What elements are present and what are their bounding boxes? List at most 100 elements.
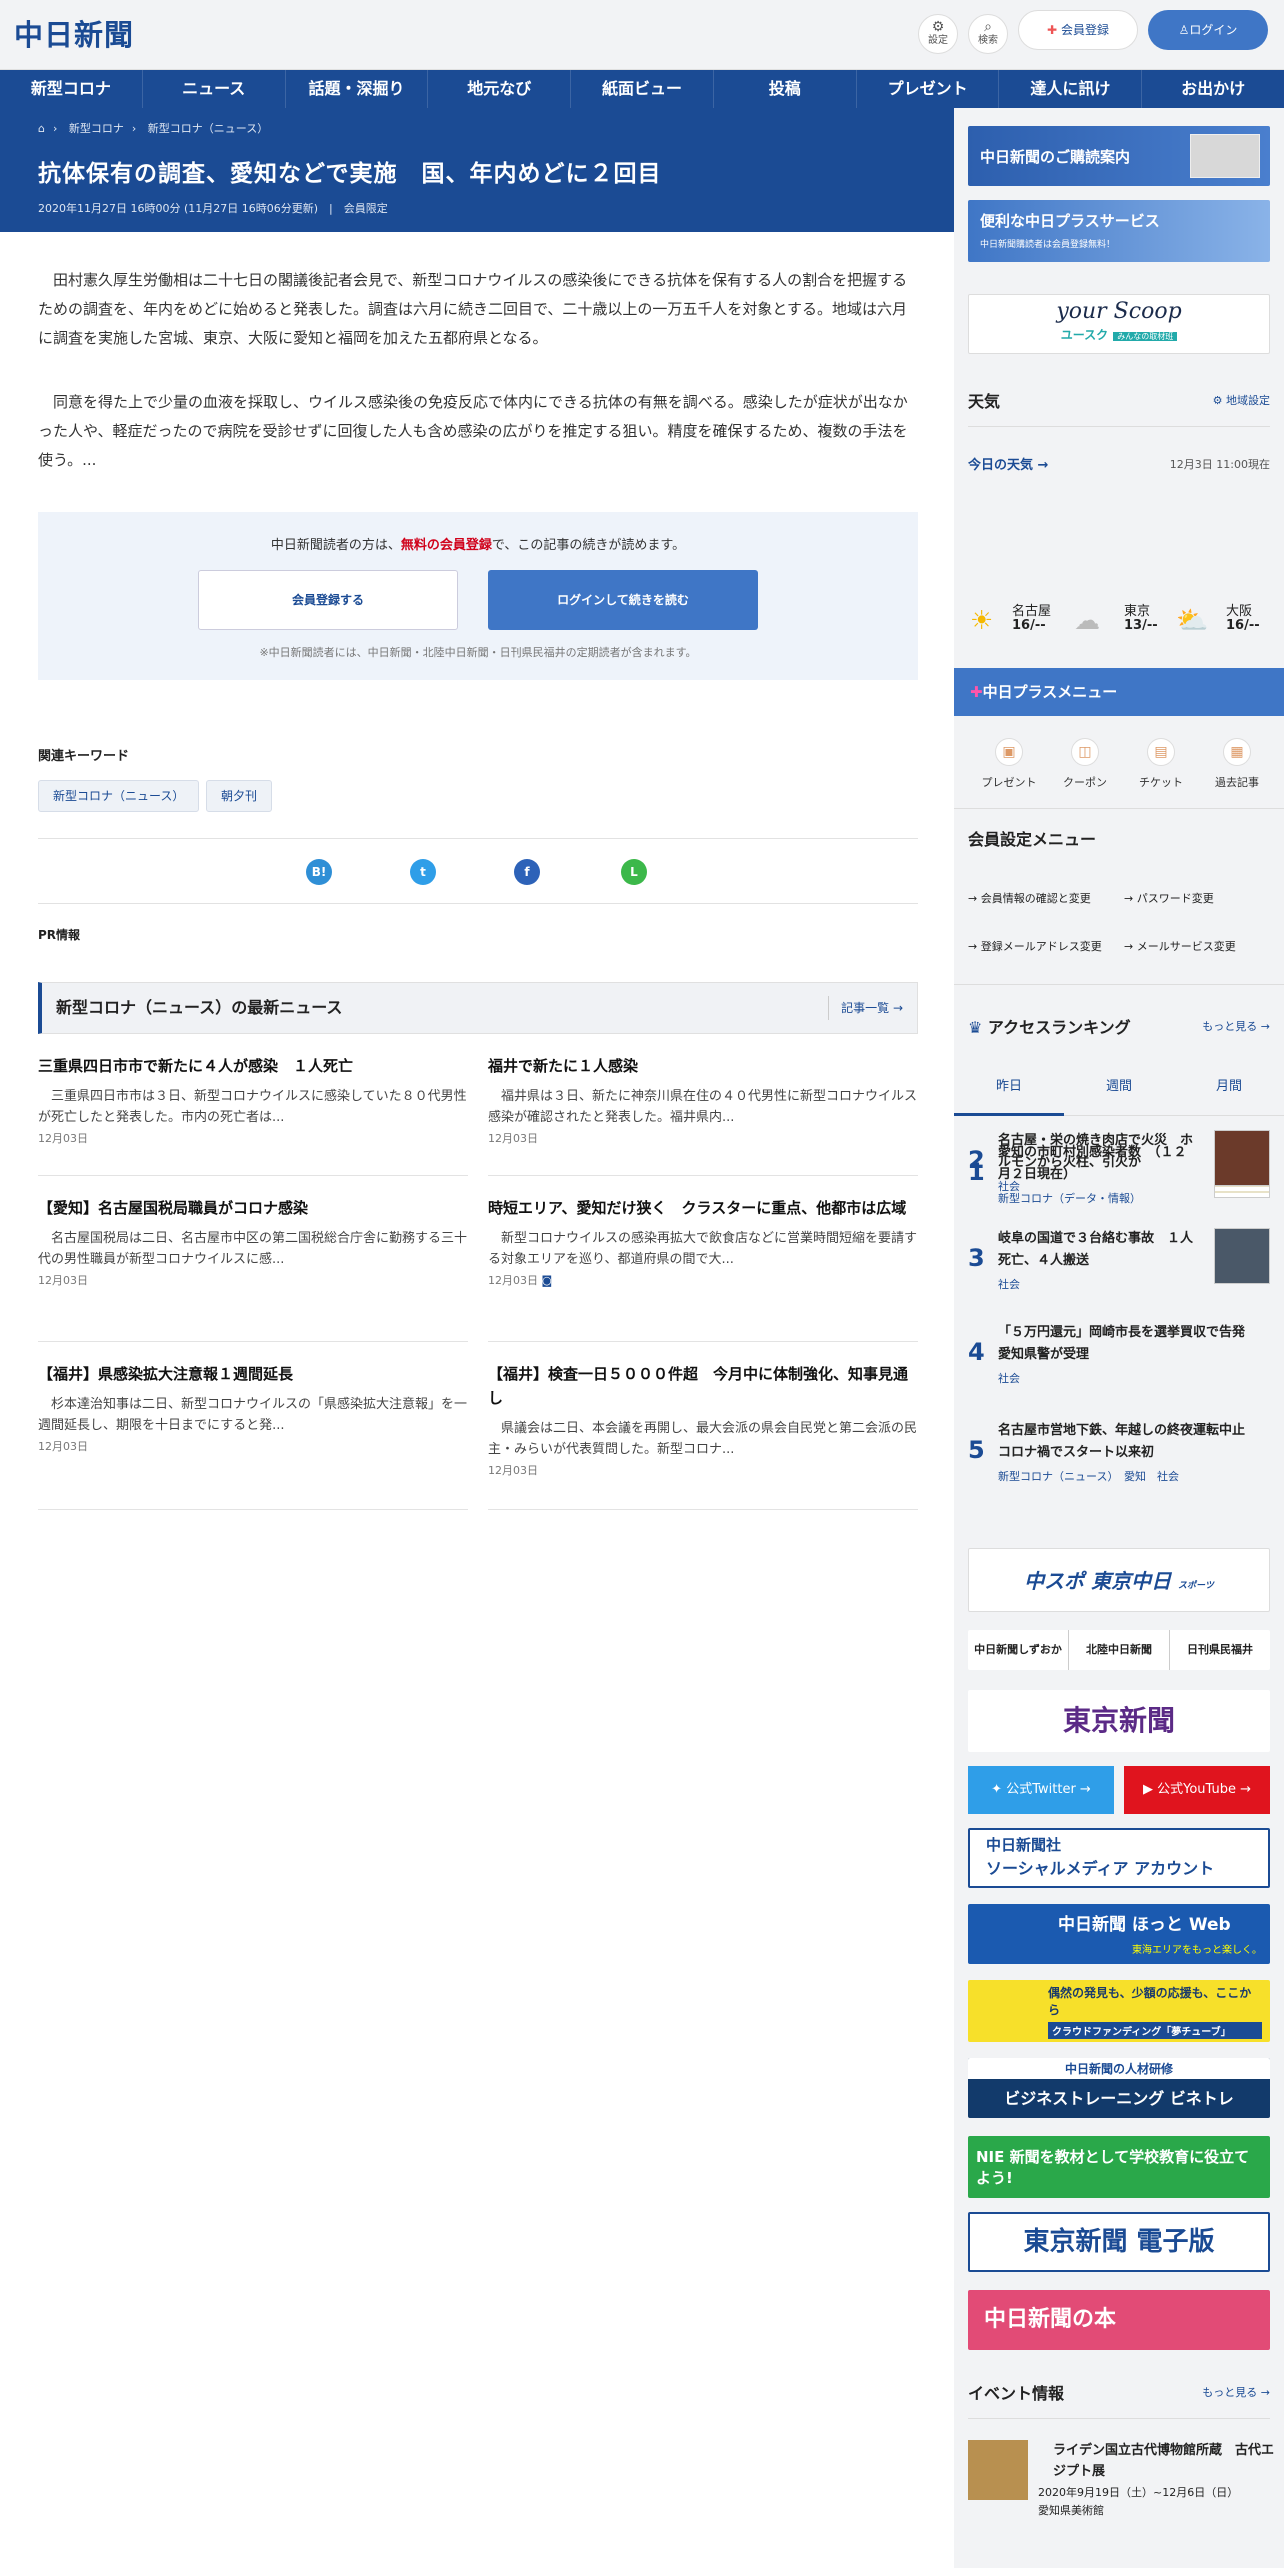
home-icon[interactable]: ⌂: [38, 122, 45, 135]
member-menu-item[interactable]: → 登録メールアドレス変更: [968, 938, 1118, 956]
chunichi-books-banner[interactable]: 中日新聞の本: [968, 2290, 1270, 2350]
paper-link[interactable]: 北陸中日新聞: [1068, 1630, 1169, 1670]
login-cta-button[interactable]: ログインして続きを読む: [488, 570, 758, 630]
plus-menu-archive[interactable]: ▦ 過去記事: [1196, 738, 1278, 790]
news-item[interactable]: 【愛知】名古屋国税局職員がコロナ感染 名古屋国税局は二日、名古屋市中区の第二国税総…: [38, 1196, 468, 1342]
twitter-icon[interactable]: t: [410, 859, 436, 885]
register-button[interactable]: ✚ 会員登録: [1018, 10, 1138, 50]
member-menu-item[interactable]: → 会員情報の確認と変更: [968, 890, 1091, 906]
sunny-icon: ☀: [970, 606, 994, 636]
rank-title[interactable]: 岐阜の国道で３台絡む事故 １人死亡、４人搬送: [998, 1228, 1198, 1272]
plus-menu-present[interactable]: ▣ プレゼント: [968, 738, 1050, 790]
bizitore-banner[interactable]: 中日新聞の人材研修 ビジネストレーニング ビネトレ: [968, 2058, 1270, 2118]
ranking-more-label: もっと見る: [1202, 1020, 1258, 1033]
news-title[interactable]: 【福井】検査一日５０００件超 今月中に体制強化、知事見通し: [488, 1362, 918, 1410]
ranking-item[interactable]: 4 「５万円還元」岡崎市長を選挙買収で告発 愛知県警が受理 社会: [968, 1322, 1270, 1392]
biz-sub: ビジネストレーニング ビネトレ: [1004, 2089, 1234, 2108]
paper-link[interactable]: 中日新聞しずおか: [968, 1630, 1068, 1670]
ranking-item[interactable]: 5 名古屋市営地下鉄、年越しの終夜運転中止 コロナ禍でスタート以来初 新型コロナ（ニ…: [968, 1420, 1270, 1490]
search-button[interactable]: ⌕ 検索: [968, 14, 1008, 54]
rank-title[interactable]: 名古屋市営地下鉄、年越しの終夜運転中止 コロナ禍でスタート以来初: [998, 1420, 1268, 1464]
keywords-title: 関連キーワード: [38, 749, 130, 764]
ranking-more-link[interactable]: もっと見る →: [1202, 1018, 1270, 1034]
nav-item-expert[interactable]: 達人に訊け: [998, 70, 1141, 108]
ranking-item[interactable]: 3 岐阜の国道で３台絡む事故 １人死亡、４人搬送 社会: [968, 1228, 1270, 1298]
nav-item-post[interactable]: 投稿: [712, 70, 856, 108]
social-media-banner[interactable]: 中日新聞社 ソーシャルメディア アカウント: [968, 1828, 1270, 1888]
tokyo-e-banner[interactable]: 東京新聞 電子版: [968, 2212, 1270, 2272]
free-register-link[interactable]: 無料の会員登録: [401, 538, 492, 553]
divider: [968, 2418, 1270, 2419]
article-meta: 2020年11月27日 16時00分 (11月27日 16時06分更新) | 会…: [38, 202, 388, 215]
member-menu-item[interactable]: → パスワード変更: [1124, 890, 1214, 906]
news-item[interactable]: 【福井】県感染拡大注意報１週間延長杉本達治知事は二日、新型コロナウイルスの「県感…: [38, 1362, 468, 1510]
nav-item-present[interactable]: プレゼント: [855, 70, 999, 108]
nav-item-corona[interactable]: 新型コロナ: [0, 70, 142, 108]
nav-item-outing[interactable]: お出かけ: [1141, 70, 1284, 108]
nav-item-news[interactable]: ニュース: [141, 70, 285, 108]
keyword-tag[interactable]: 朝夕刊: [206, 780, 273, 812]
rank-category[interactable]: 新型コロナ（ニュース） 愛知 社会: [998, 1468, 1179, 1484]
plus-menu-coupon[interactable]: ◫ クーポン: [1044, 738, 1126, 790]
breadcrumb-item[interactable]: 新型コロナ: [69, 122, 124, 135]
tab-monthly[interactable]: 月間: [1174, 1058, 1284, 1116]
news-title[interactable]: 【福井】県感染拡大注意報１週間延長: [38, 1362, 468, 1386]
news-item[interactable]: 三重県四日市市で新たに４人が感染 １人死亡 三重県四日市市は３日、新型コロナウイル…: [38, 1054, 468, 1176]
youtube-button[interactable]: ▶ 公式YouTube →: [1124, 1766, 1270, 1814]
hatena-icon[interactable]: B!: [306, 859, 332, 885]
rank-title[interactable]: 「５万円還元」岡崎市長を選挙買収で告発 愛知県警が受理: [998, 1322, 1268, 1366]
news-title[interactable]: 【愛知】名古屋国税局職員がコロナ感染: [38, 1196, 468, 1220]
line-icon[interactable]: L: [621, 859, 647, 885]
news-title[interactable]: 三重県四日市市で新たに４人が感染 １人死亡: [38, 1054, 468, 1078]
news-item[interactable]: 福井で新たに１人感染 福井県は３日、新たに神奈川県在住の４０代男性に新型コロナウイ…: [488, 1054, 918, 1176]
login-button[interactable]: ♙ログイン: [1148, 10, 1268, 50]
rank-title[interactable]: 名古屋・栄の焼き肉店で火災 ホルモンから火柱、引火か: [998, 1130, 1198, 1174]
rank-category[interactable]: 社会: [998, 1370, 1020, 1386]
nie-banner[interactable]: NIE 新聞を教材として学校教育に役立てよう!: [968, 2136, 1270, 2198]
news-item[interactable]: 【福井】検査一日５０００件超 今月中に体制強化、知事見通し 県議会は二日、本会議を…: [488, 1362, 918, 1510]
arrow-right-icon: →: [892, 1001, 903, 1015]
crowdfunding-banner[interactable]: 偶然の発見も、少額の応援も、ここから クラウドファンディング「夢チューブ」: [968, 1980, 1270, 2042]
event-more-link[interactable]: もっと見る →: [1202, 2384, 1270, 2400]
yousc-banner[interactable]: your Scoop ユースク みんなの取材班: [968, 294, 1270, 354]
subscription-banner[interactable]: 中日新聞のご購読案内: [968, 126, 1270, 186]
tab-yesterday[interactable]: 昨日: [954, 1058, 1064, 1116]
nav-item-topics[interactable]: 話題・深掘り: [284, 70, 428, 108]
news-item[interactable]: 時短エリア、愛知だけ狭く クラスターに重点、他都市は広域 新型コロナウイルスの感染…: [488, 1196, 918, 1342]
plus-menu-label: 過去記事: [1215, 776, 1259, 789]
facebook-icon[interactable]: f: [514, 859, 540, 885]
news-title[interactable]: 福井で新たに１人感染: [488, 1054, 918, 1078]
plus-menu-ticket[interactable]: ▤ チケット: [1120, 738, 1202, 790]
rank-thumbnail[interactable]: [1214, 1130, 1270, 1186]
rank-thumbnail[interactable]: [1214, 1228, 1270, 1284]
settings-button[interactable]: ⚙ 設定: [918, 14, 958, 54]
news-title[interactable]: 時短エリア、愛知だけ狭く クラスターに重点、他都市は広域: [488, 1196, 918, 1220]
tokyo-shimbun-banner[interactable]: 東京新聞: [968, 1690, 1270, 1752]
member-menu-item[interactable]: → メールサービス変更: [1124, 938, 1236, 954]
news-summary: 杉本達治知事は二日、新型コロナウイルスの「県感染拡大注意報」を一週間延長し、期限…: [38, 1397, 468, 1433]
latest-news-more-link[interactable]: 記事一覧 →: [828, 996, 903, 1020]
site-logo[interactable]: 中日新聞: [14, 12, 134, 54]
nav-item-paper-view[interactable]: 紙面ビュー: [570, 70, 713, 108]
tab-weekly[interactable]: 週間: [1064, 1058, 1174, 1116]
twitter-button[interactable]: ✦ 公式Twitter →: [968, 1766, 1114, 1814]
weather-city: 大阪: [1226, 604, 1253, 619]
keyword-tag[interactable]: 新型コロナ（ニュース）: [38, 780, 200, 812]
plus-service-banner[interactable]: 便利な中日プラスサービス 中日新聞購読者は会員登録無料！: [968, 200, 1270, 262]
weather-setting-link[interactable]: ⚙ 地域設定: [1213, 392, 1270, 408]
register-cta-button[interactable]: 会員登録する: [198, 570, 458, 630]
today-weather-link[interactable]: 今日の天気 →: [968, 454, 1048, 473]
breadcrumb-item[interactable]: 新型コロナ（ニュース）: [148, 122, 268, 135]
rank-category[interactable]: 社会: [998, 1276, 1020, 1292]
event-item[interactable]: ライデン国立古代博物館所蔵 古代エジプト展 2020年9月19日（土）~12月6…: [968, 2440, 1274, 2520]
event-thumbnail[interactable]: [968, 2440, 1028, 2500]
ranking-item[interactable]: 2 名古屋・栄の焼き肉店で火災 ホルモンから火柱、引火か 社会: [968, 1130, 1270, 1200]
plus-icon: ✚: [970, 683, 983, 701]
rank-category[interactable]: 社会: [998, 1178, 1020, 1194]
divider: [954, 984, 1284, 985]
chuspo-banner[interactable]: 中スポ 東京中日 スポーツ: [968, 1548, 1270, 1612]
paper-link[interactable]: 日刊県民福井: [1169, 1630, 1270, 1670]
event-name[interactable]: ライデン国立古代博物館所蔵 古代エジプト展: [1053, 2440, 1283, 2482]
nav-item-local[interactable]: 地元なび: [427, 70, 570, 108]
hotto-web-banner[interactable]: 中日新聞 ほっと Web 東海エリアをもっと楽しく。: [968, 1904, 1270, 1964]
